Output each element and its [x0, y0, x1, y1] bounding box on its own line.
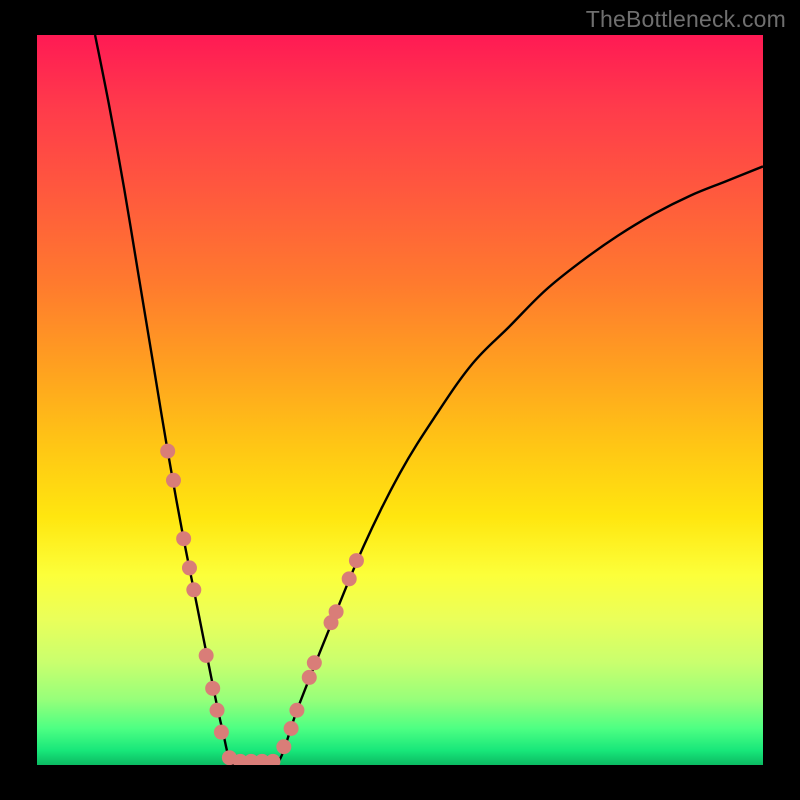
data-point	[205, 681, 220, 696]
data-point	[210, 703, 225, 718]
data-point	[307, 655, 322, 670]
data-point	[265, 754, 280, 765]
data-point	[199, 648, 214, 663]
chart-svg	[37, 35, 763, 765]
data-point	[176, 531, 191, 546]
plot-area	[37, 35, 763, 765]
watermark-text: TheBottleneck.com	[586, 6, 786, 33]
bottleneck-curve	[95, 35, 763, 765]
data-point	[329, 604, 344, 619]
data-point	[302, 670, 317, 685]
data-point	[214, 725, 229, 740]
data-point	[284, 721, 299, 736]
data-point	[276, 739, 291, 754]
data-point	[342, 571, 357, 586]
data-point	[182, 560, 197, 575]
data-point	[166, 473, 181, 488]
data-point	[160, 444, 175, 459]
outer-frame: TheBottleneck.com	[0, 0, 800, 800]
data-point	[349, 553, 364, 568]
data-point	[289, 703, 304, 718]
data-point	[186, 582, 201, 597]
